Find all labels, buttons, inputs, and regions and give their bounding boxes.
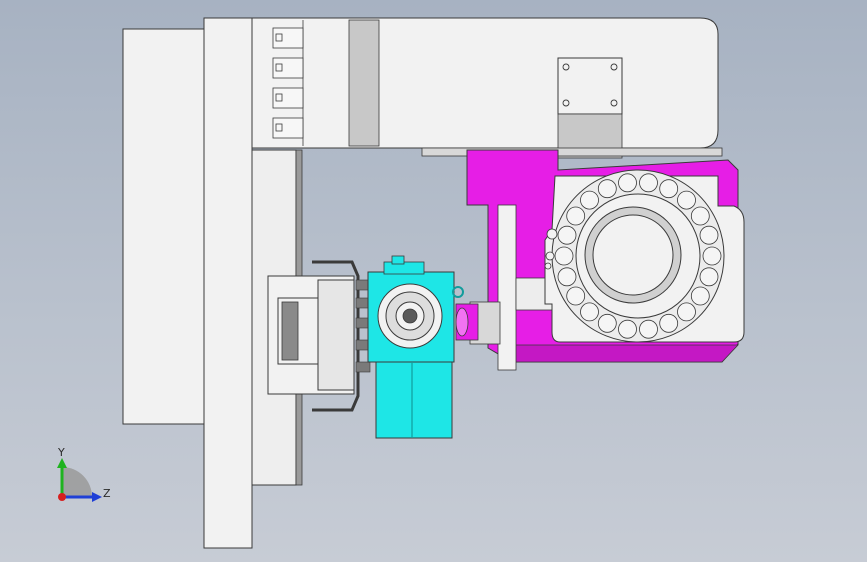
bore [592, 214, 674, 296]
bearing-roller [580, 190, 599, 210]
connector [272, 57, 304, 79]
bearing-roller [580, 302, 599, 322]
y-axis-arrow [57, 458, 67, 468]
bearing-roller [618, 173, 637, 193]
y-axis-label: Y [57, 446, 65, 459]
connector [272, 27, 304, 49]
bearing-roller [699, 267, 719, 287]
triad-arc [62, 467, 92, 497]
bearing-roller [699, 225, 719, 245]
cyan-motor [375, 361, 453, 439]
side-bolt [544, 262, 552, 270]
cad-viewport[interactable]: Y Z [0, 0, 867, 562]
cyan-head-cap [391, 255, 405, 265]
bearing-roller [557, 267, 577, 287]
z-axis-label: Z [103, 487, 111, 500]
bearing-roller [690, 286, 710, 306]
bearing-roller [659, 313, 679, 333]
coupling-face [455, 307, 469, 337]
bearing-roller [702, 246, 722, 266]
side-bolt [546, 228, 558, 240]
bearing-roller [639, 173, 658, 193]
bearing-roller [597, 179, 617, 199]
clamp-slot [281, 301, 299, 361]
bearing-roller [566, 206, 586, 226]
vertical-column [203, 17, 253, 549]
housing-flange [497, 204, 517, 371]
bearing-roller [597, 313, 617, 333]
bearing-roller [677, 190, 696, 210]
bearing-roller [557, 225, 577, 245]
arm-gray-band [348, 19, 380, 147]
horizontal-arm [251, 17, 719, 149]
bearing-roller [566, 286, 586, 306]
bearing-roller [690, 206, 710, 226]
clamp-jaw [317, 279, 355, 391]
bearing-roller [639, 319, 658, 339]
bearing-roller [554, 246, 574, 266]
back-plate [122, 28, 206, 425]
bearing-roller [618, 319, 637, 339]
magenta-housing-bevel [511, 344, 739, 363]
z-axis-arrow [92, 492, 102, 502]
x-axis-dot [58, 493, 66, 501]
connector [272, 117, 304, 139]
spindle-center [402, 308, 418, 324]
bearing-roller [677, 302, 696, 322]
coordinate-triad: Y Z [57, 446, 111, 502]
bearing-roller [659, 179, 679, 199]
side-bolt [545, 251, 555, 261]
connector [272, 87, 304, 109]
